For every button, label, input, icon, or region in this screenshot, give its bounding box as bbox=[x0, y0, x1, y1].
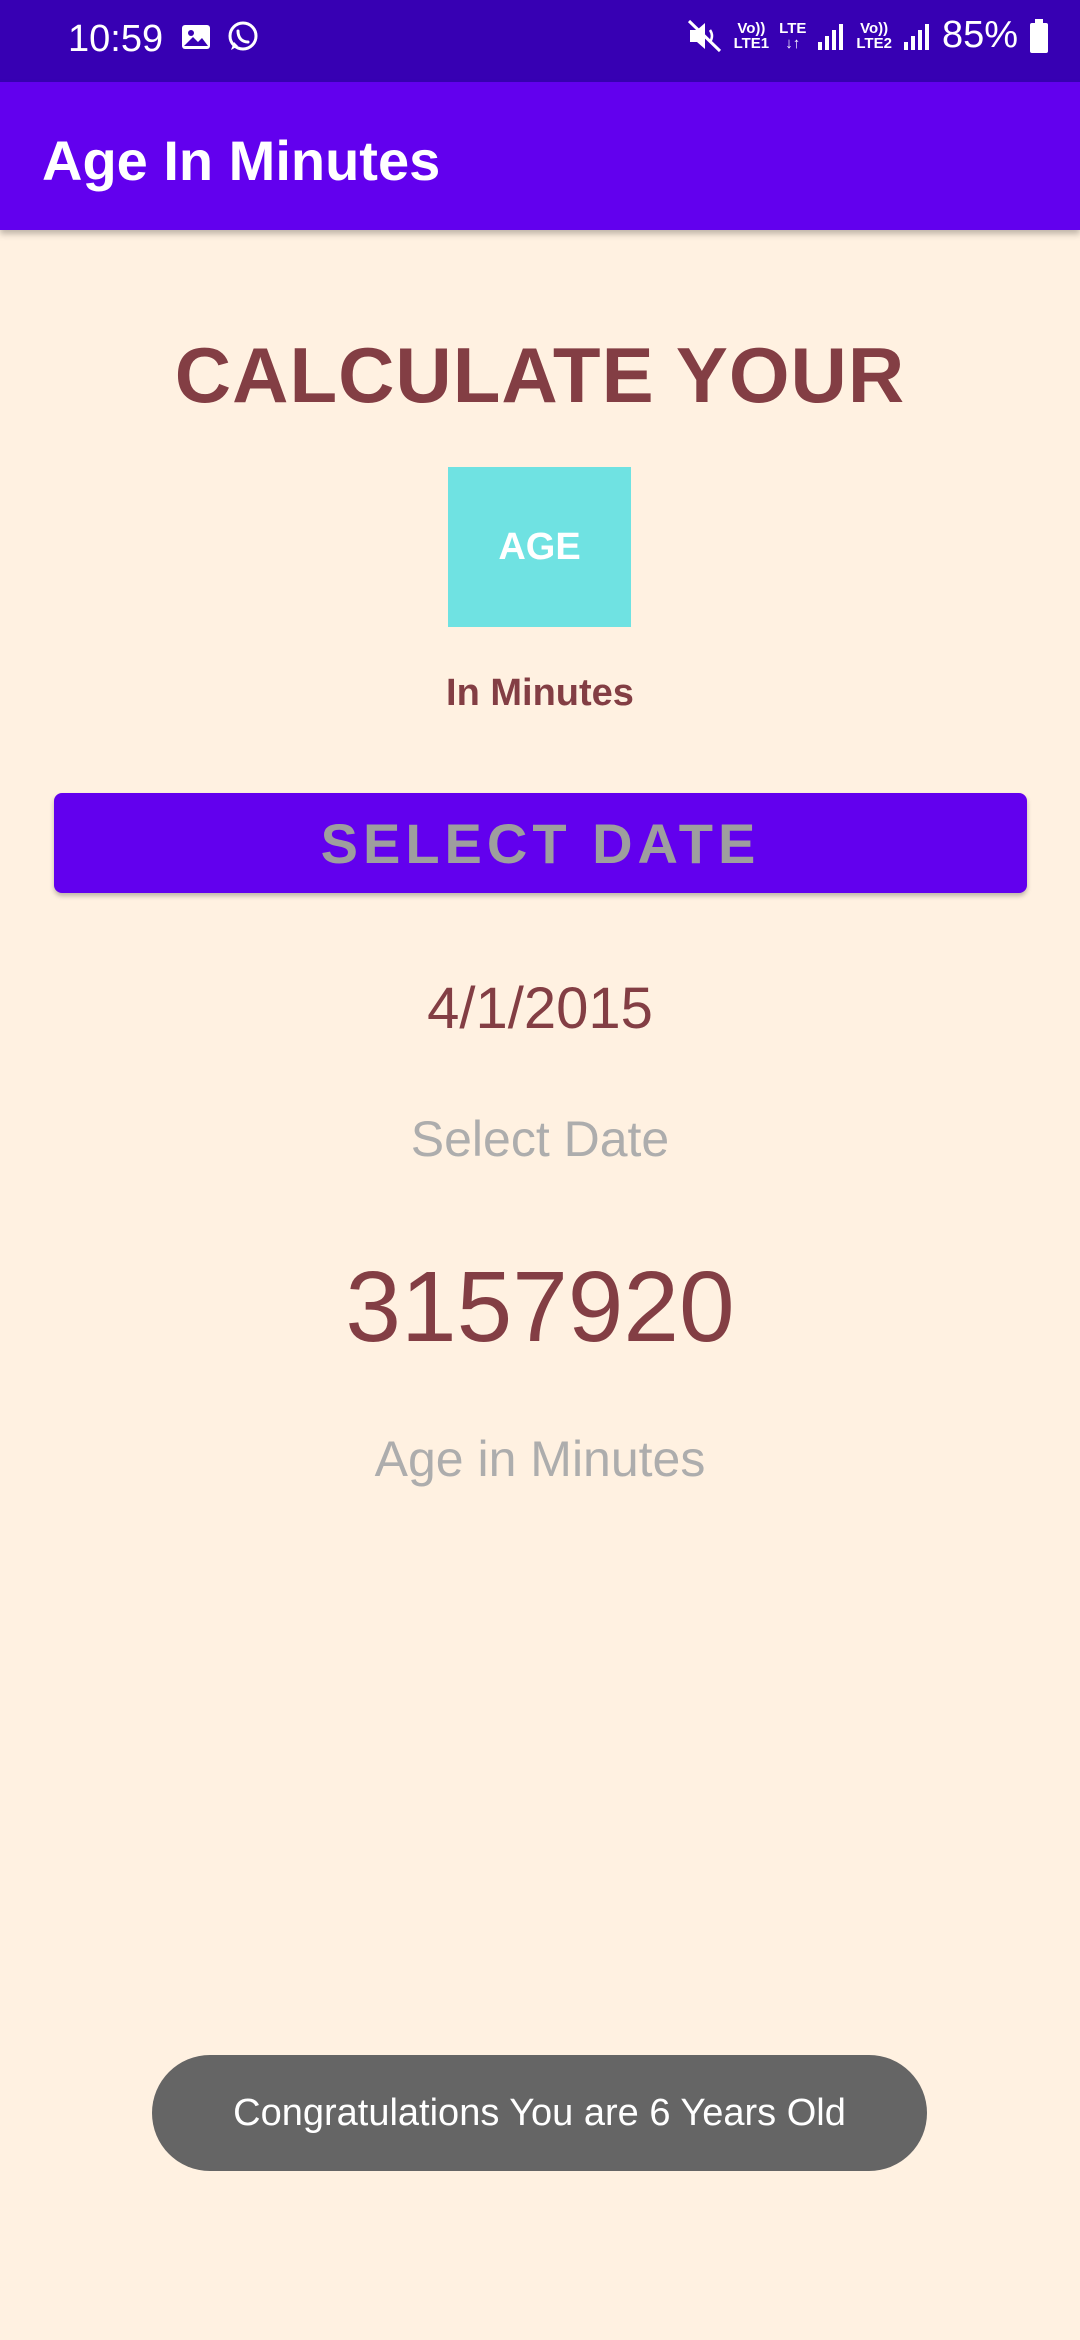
app-bar: Age In Minutes bbox=[0, 82, 1080, 230]
gallery-icon bbox=[182, 25, 210, 49]
signal-icon bbox=[818, 23, 844, 50]
signal-icon bbox=[903, 23, 929, 50]
age-box-label: AGE bbox=[498, 525, 581, 568]
battery-icon bbox=[1030, 18, 1048, 53]
whatsapp-icon bbox=[228, 21, 258, 51]
status-system-icons: Vo)) LTE1 LTE ↓↑ Vo)) LTE2 85% bbox=[686, 14, 1050, 57]
select-date-button-label: SELECT DATE bbox=[320, 811, 761, 875]
select-date-button[interactable]: SELECT DATE bbox=[54, 793, 1027, 893]
page-heading: CALCULATE YOUR bbox=[174, 331, 906, 419]
selected-date-value: 4/1/2015 bbox=[427, 976, 653, 1041]
network-sim1-label: Vo)) LTE1 bbox=[733, 19, 770, 52]
age-in-minutes-value: 3157920 bbox=[345, 1251, 735, 1363]
lte-data-indicator: LTE ↓↑ bbox=[779, 19, 807, 52]
age-box: AGE bbox=[448, 467, 631, 627]
data-arrows-icon: ↓↑ bbox=[785, 34, 801, 52]
toast-message: Congratulations You are 6 Years Old bbox=[152, 2055, 927, 2171]
battery-percentage: 85% bbox=[941, 14, 1018, 56]
status-bar: 10:59 Vo)) LTE1 LTE ↓↑ Vo)) LTE2 85% bbox=[0, 0, 1080, 82]
network-sim2-label: Vo)) LTE2 bbox=[856, 19, 892, 52]
app-title: Age In Minutes bbox=[42, 129, 441, 192]
status-notification-icons bbox=[180, 20, 260, 54]
mute-icon bbox=[687, 19, 721, 52]
age-in-minutes-label: Age in Minutes bbox=[374, 1431, 706, 1487]
subheading: In Minutes bbox=[446, 672, 634, 714]
toast-text: Congratulations You are 6 Years Old bbox=[233, 2091, 846, 2134]
selected-date-label: Select Date bbox=[410, 1111, 670, 1167]
status-time: 10:59 bbox=[68, 18, 164, 60]
